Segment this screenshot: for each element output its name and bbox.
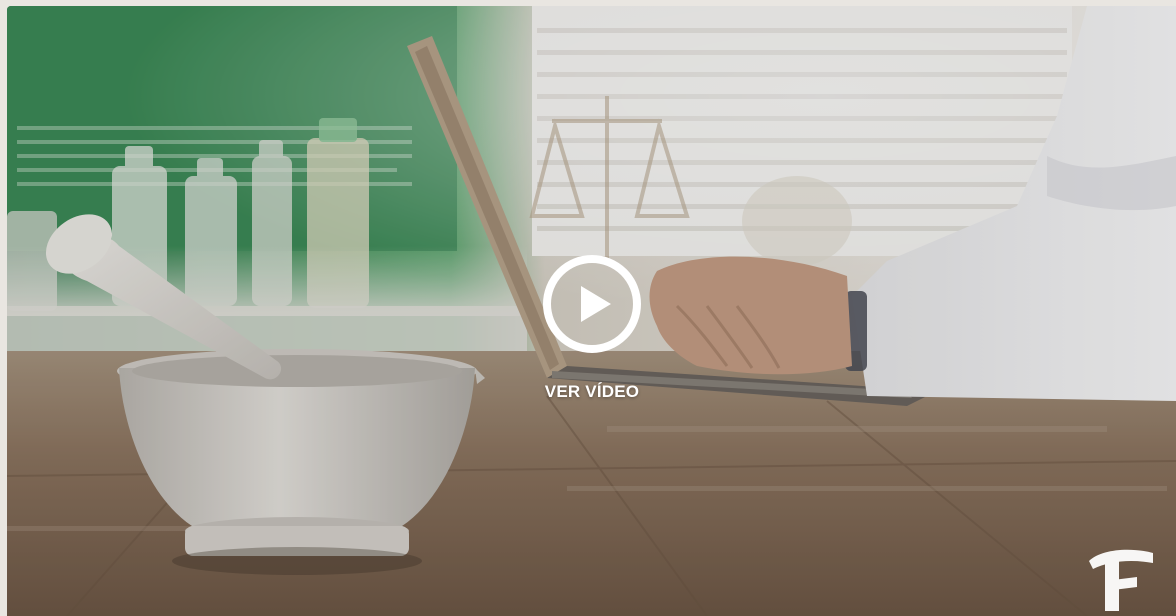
play-video-label[interactable]: VER VÍDEO — [507, 382, 677, 402]
video-thumbnail[interactable]: VER VÍDEO — [7, 6, 1176, 616]
play-video-button[interactable] — [541, 253, 643, 355]
pharmacy-f-logo-icon — [1089, 549, 1153, 611]
play-circle-icon — [543, 255, 641, 353]
